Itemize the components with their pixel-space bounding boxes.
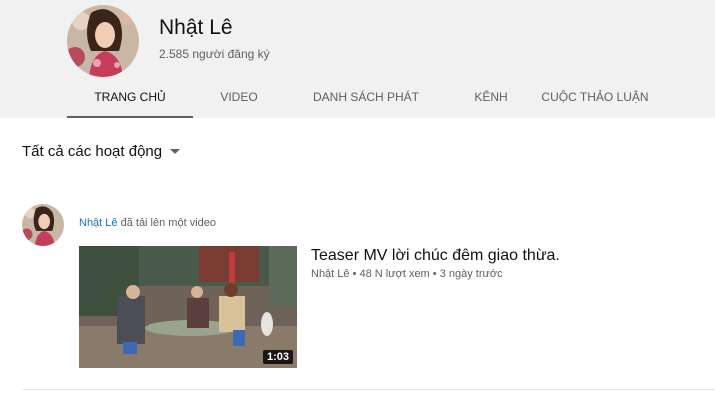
- video-channel-name[interactable]: Nhật Lê: [311, 268, 350, 280]
- video-metadata: Nhật Lê • 48 N lượt xem • 3 ngày trước: [311, 268, 503, 280]
- video-view-count: 48 N lượt xem: [359, 268, 430, 280]
- tab-playlists[interactable]: DANH SÁCH PHÁT: [285, 80, 447, 118]
- video-duration-badge: 1:03: [262, 350, 293, 364]
- tab-channels[interactable]: KÊNH: [447, 80, 535, 118]
- meta-separator: •: [432, 268, 437, 280]
- feed-activity-line: Nhật Lê đã tải lên một video: [79, 217, 216, 229]
- video-title-link[interactable]: Teaser MV lời chúc đêm giao thừa.: [311, 247, 560, 265]
- tab-video[interactable]: VIDEO: [193, 80, 285, 118]
- feed-action-text: đã tải lên một video: [120, 217, 216, 229]
- feed-divider: [22, 389, 715, 390]
- tab-home[interactable]: TRANG CHỦ: [67, 80, 193, 118]
- avatar-image: [22, 204, 64, 246]
- channel-name: Nhật Lê: [159, 16, 233, 39]
- channel-tabs: TRANG CHỦ VIDEO DANH SÁCH PHÁT KÊNH CUỘC…: [67, 80, 655, 118]
- activity-filter-dropdown[interactable]: Tất cả các hoạt động: [22, 141, 181, 161]
- channel-avatar[interactable]: [67, 5, 139, 77]
- feed-author-link[interactable]: Nhật Lê: [79, 217, 118, 229]
- feed-author-avatar[interactable]: [22, 204, 64, 246]
- meta-separator: •: [352, 268, 357, 280]
- tab-discussion[interactable]: CUỘC THẢO LUẬN: [535, 80, 655, 118]
- activity-filter-label: Tất cả các hoạt động: [22, 142, 163, 160]
- subscriber-count: 2.585 người đăng ký: [159, 47, 270, 61]
- channel-header: Nhật Lê 2.585 người đăng ký TRANG CHỦ VI…: [0, 0, 715, 118]
- video-upload-age: 3 ngày trước: [439, 268, 503, 280]
- avatar-image: [67, 5, 139, 77]
- video-thumbnail[interactable]: 1:03: [79, 246, 297, 368]
- caret-down-icon: [170, 148, 181, 154]
